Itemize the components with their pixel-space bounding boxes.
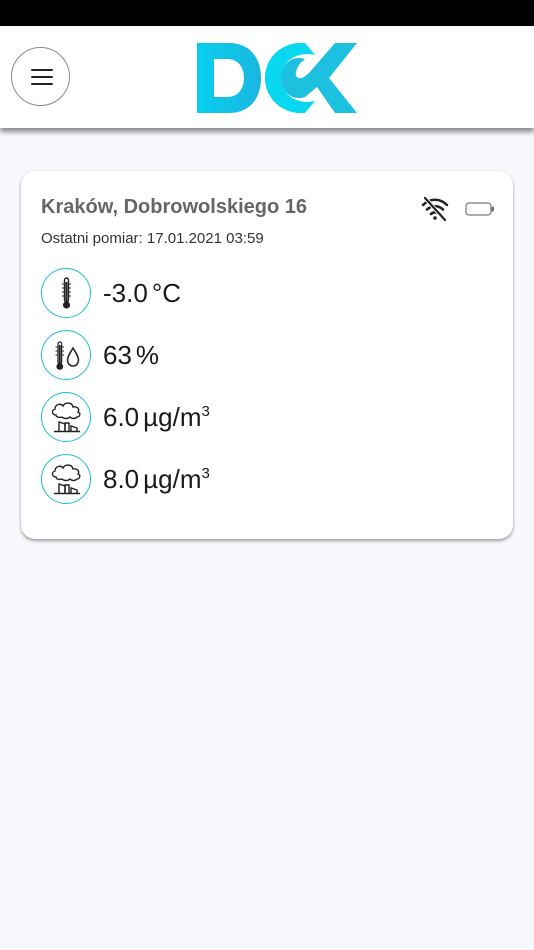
hamburger-icon: [31, 69, 53, 72]
temperature-number: -3.0: [103, 278, 148, 308]
humidity-value: 63%: [103, 340, 159, 371]
station-card[interactable]: Kraków, Dobrowolskiego 16 Ostatni pomiar…: [21, 171, 513, 539]
humidity-icon: [41, 330, 91, 380]
temperature-unit: °C: [151, 278, 181, 308]
thermometer-icon: [41, 268, 91, 318]
last-measurement: Ostatni pomiar: 17.01.2021 03:59: [41, 230, 264, 247]
station-title: Kraków, Dobrowolskiego 16: [41, 196, 307, 218]
menu-button[interactable]: [11, 47, 70, 106]
pm-unit-2: µg/m: [143, 464, 202, 494]
hamburger-icon-bar: [31, 83, 53, 86]
last-measurement-value: 17.01.2021 03:59: [146, 230, 264, 247]
app-header: [0, 26, 534, 128]
pm-unit-exponent-1: 3: [201, 403, 210, 420]
battery-empty-icon: [465, 202, 495, 221]
pm-value-2: 8.0 µg/m3: [103, 464, 210, 495]
pm-unit-1: µg/m: [143, 402, 202, 432]
pm-unit-exponent-2: 3: [201, 465, 210, 482]
humidity-unit: %: [135, 340, 160, 370]
humidity-number: 63: [103, 340, 132, 370]
pm-value-1: 6.0 µg/m3: [103, 402, 210, 433]
dck-logo: [197, 42, 359, 118]
pm-number-2: 8.0: [103, 464, 140, 494]
last-measurement-label: Ostatni pomiar:: [41, 230, 143, 247]
pm-number-1: 6.0: [103, 402, 140, 432]
status-bar: [0, 0, 534, 26]
reading-temperature: -3.0 °C: [41, 268, 481, 320]
hamburger-icon-bar: [31, 76, 53, 79]
wifi-off-icon: [420, 196, 450, 227]
dck-logo-icon: [197, 42, 357, 114]
pollution-factory-icon: [41, 392, 91, 442]
temperature-value: -3.0 °C: [103, 278, 181, 309]
reading-pm-1: 6.0 µg/m3: [41, 392, 481, 444]
pollution-factory-icon: [41, 454, 91, 504]
reading-humidity: 63%: [41, 330, 481, 382]
reading-pm-2: 8.0 µg/m3: [41, 454, 481, 506]
